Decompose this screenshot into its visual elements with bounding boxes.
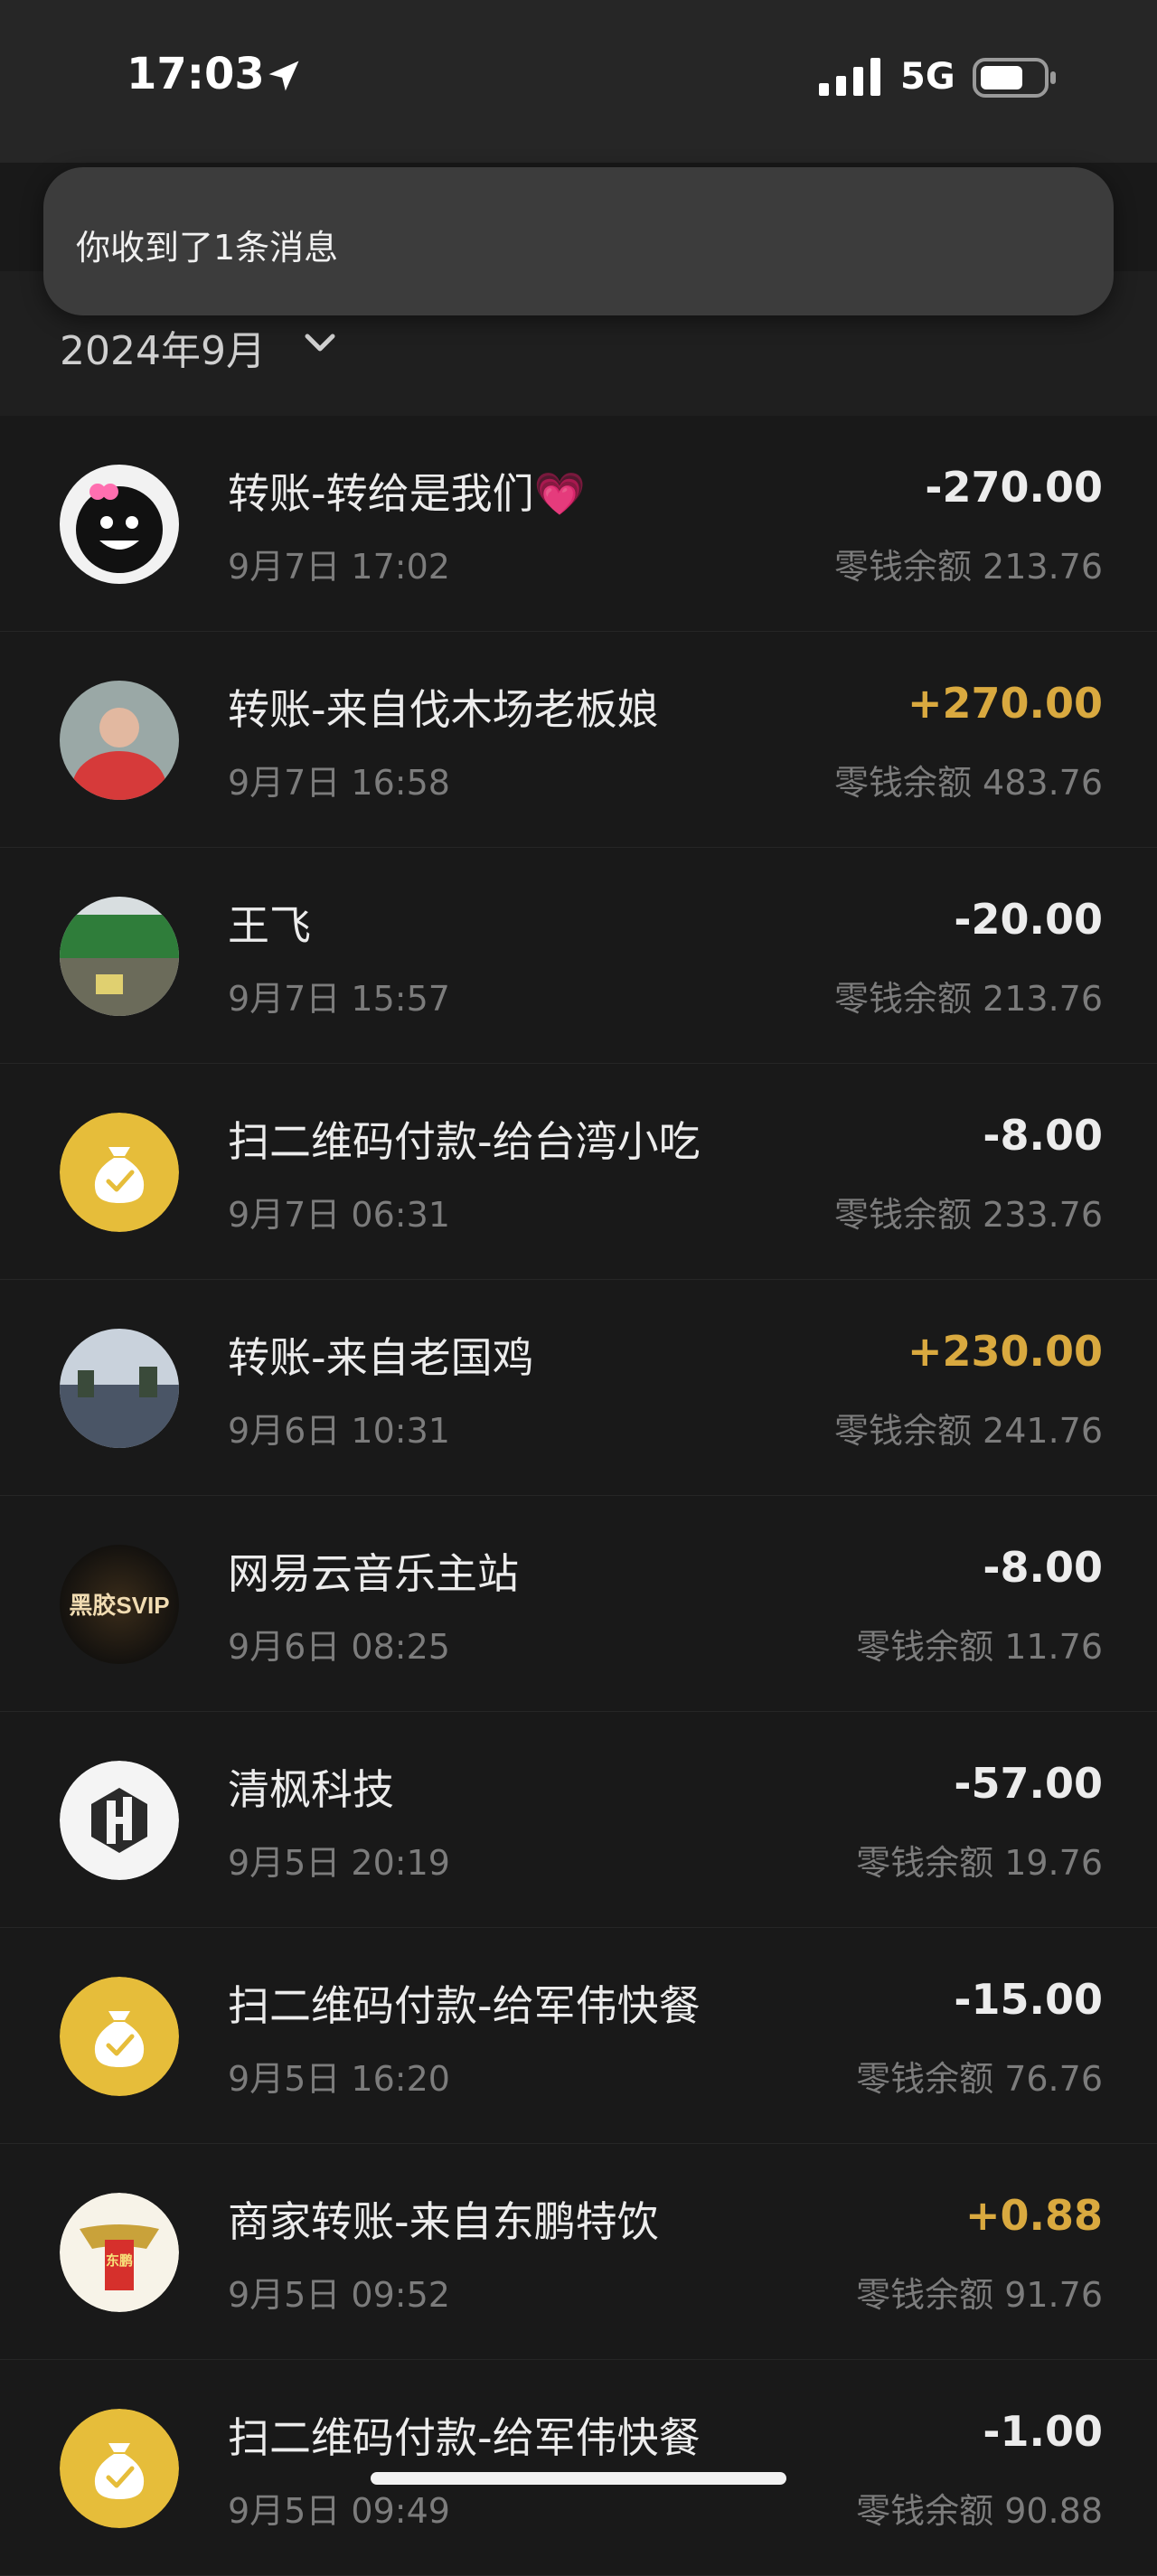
money-bag-icon [60, 2409, 179, 2528]
transaction-amount: +270.00 [907, 679, 1103, 728]
photo-woman-avatar [60, 681, 179, 800]
transaction-balance: 零钱余额 90.88 [856, 2491, 1103, 2531]
transaction-time: 9月7日 17:02 [228, 547, 450, 587]
transaction-balance: 零钱余额 76.76 [856, 2059, 1103, 2099]
transaction-balance: 零钱余额 11.76 [856, 1627, 1103, 1667]
transaction-balance: 零钱余额 241.76 [833, 1411, 1103, 1451]
landscape-photo-avatar [60, 1329, 179, 1448]
transaction-balance: 零钱余额 213.76 [833, 547, 1103, 587]
transaction-time: 9月7日 15:57 [228, 979, 450, 1019]
transaction-row[interactable]: 清枫科技 9月5日 20:19 -57.00 零钱余额 19.76 [0, 1712, 1157, 1928]
transaction-title: 转账-转给是我们💗 [228, 469, 586, 518]
transaction-title: 转账-来自老国鸡 [228, 1333, 534, 1382]
transaction-title: 扫二维码付款-给台湾小吃 [228, 1117, 701, 1166]
transaction-row[interactable]: 扫二维码付款-给军伟快餐 9月5日 16:20 -15.00 零钱余额 76.7… [0, 1928, 1157, 2144]
transaction-title: 扫二维码付款-给军伟快餐 [228, 2413, 701, 2462]
transaction-amount: +0.88 [964, 2191, 1103, 2240]
transaction-row[interactable]: 东鹏 商家转账-来自东鹏特饮 9月5日 09:52 +0.88 零钱余额 91.… [0, 2144, 1157, 2360]
transaction-amount: -15.00 [954, 1975, 1103, 2024]
transaction-title: 转账-来自伐木场老板娘 [228, 685, 659, 734]
black-cat-avatar [60, 465, 179, 584]
network-type: 5G [900, 56, 955, 98]
notification-toast[interactable]: 你收到了1条消息 [43, 167, 1114, 315]
status-bar: 17:03 5G [0, 0, 1157, 163]
home-indicator[interactable] [371, 2472, 786, 2485]
transaction-time: 9月5日 20:19 [228, 1843, 450, 1883]
toast-text: 你收到了1条消息 [76, 228, 339, 268]
transaction-amount: -1.00 [983, 2407, 1103, 2456]
transaction-time: 9月5日 09:52 [228, 2275, 450, 2315]
svip-logo-text: 黑胶SVIP [69, 1592, 169, 1619]
transaction-time: 9月6日 08:25 [228, 1627, 450, 1667]
money-bag-icon [60, 1977, 179, 2096]
transaction-title: 扫二维码付款-给军伟快餐 [228, 1981, 701, 2030]
cellular-signal-icon [819, 58, 880, 96]
transaction-time: 9月7日 16:58 [228, 763, 450, 803]
transaction-time: 9月6日 10:31 [228, 1411, 450, 1451]
transaction-time: 9月7日 06:31 [228, 1195, 450, 1235]
transaction-title: 商家转账-来自东鹏特饮 [228, 2197, 659, 2246]
transaction-balance: 零钱余额 19.76 [856, 1843, 1103, 1883]
transaction-amount: -8.00 [983, 1543, 1103, 1592]
transaction-balance: 零钱余额 483.76 [833, 763, 1103, 803]
transaction-balance: 零钱余额 233.76 [833, 1195, 1103, 1235]
transaction-amount: +230.00 [907, 1327, 1103, 1376]
transaction-row[interactable]: 扫二维码付款-给台湾小吃 9月7日 06:31 -8.00 零钱余额 233.7… [0, 1064, 1157, 1280]
transaction-time: 9月5日 09:49 [228, 2491, 450, 2531]
month-filter-label[interactable]: 2024年9月 [60, 318, 266, 376]
dongpeng-logo-text: 东鹏 [106, 2252, 133, 2269]
transaction-amount: -270.00 [925, 463, 1103, 512]
chevron-down-icon[interactable] [302, 331, 338, 354]
svip-logo: 黑胶SVIP [60, 1545, 179, 1664]
transaction-title: 王飞 [228, 901, 311, 950]
transaction-row[interactable]: 转账-来自老国鸡 9月6日 10:31 +230.00 零钱余额 241.76 [0, 1280, 1157, 1496]
transaction-title: 清枫科技 [228, 1765, 394, 1814]
battery-icon [973, 58, 1056, 98]
transaction-row[interactable]: 扫二维码付款-给军伟快餐 9月5日 09:49 -1.00 零钱余额 90.88 [0, 2360, 1157, 2576]
transaction-amount: -8.00 [983, 1111, 1103, 1160]
transaction-row[interactable]: 转账-来自伐木场老板娘 9月7日 16:58 +270.00 零钱余额 483.… [0, 632, 1157, 848]
transaction-row[interactable]: 转账-转给是我们💗 9月7日 17:02 -270.00 零钱余额 213.76 [0, 416, 1157, 632]
dongpeng-logo: 东鹏 [60, 2193, 179, 2312]
location-arrow-icon [268, 61, 299, 91]
transaction-amount: -57.00 [954, 1759, 1103, 1808]
transaction-title: 网易云音乐主站 [228, 1549, 519, 1598]
transaction-balance: 零钱余额 91.76 [856, 2275, 1103, 2315]
transaction-time: 9月5日 16:20 [228, 2059, 450, 2099]
status-time: 17:03 [127, 49, 265, 99]
transaction-amount: -20.00 [954, 895, 1103, 944]
transaction-list: 转账-转给是我们💗 9月7日 17:02 -270.00 零钱余额 213.76… [0, 416, 1157, 2576]
transaction-row[interactable]: 黑胶SVIP 网易云音乐主站 9月6日 08:25 -8.00 零钱余额 11.… [0, 1496, 1157, 1712]
transaction-row[interactable]: 王飞 9月7日 15:57 -20.00 零钱余额 213.76 [0, 848, 1157, 1064]
transaction-balance: 零钱余额 213.76 [833, 979, 1103, 1019]
hexagon-logo [60, 1761, 179, 1880]
shop-sign-avatar [60, 897, 179, 1016]
money-bag-icon [60, 1113, 179, 1232]
